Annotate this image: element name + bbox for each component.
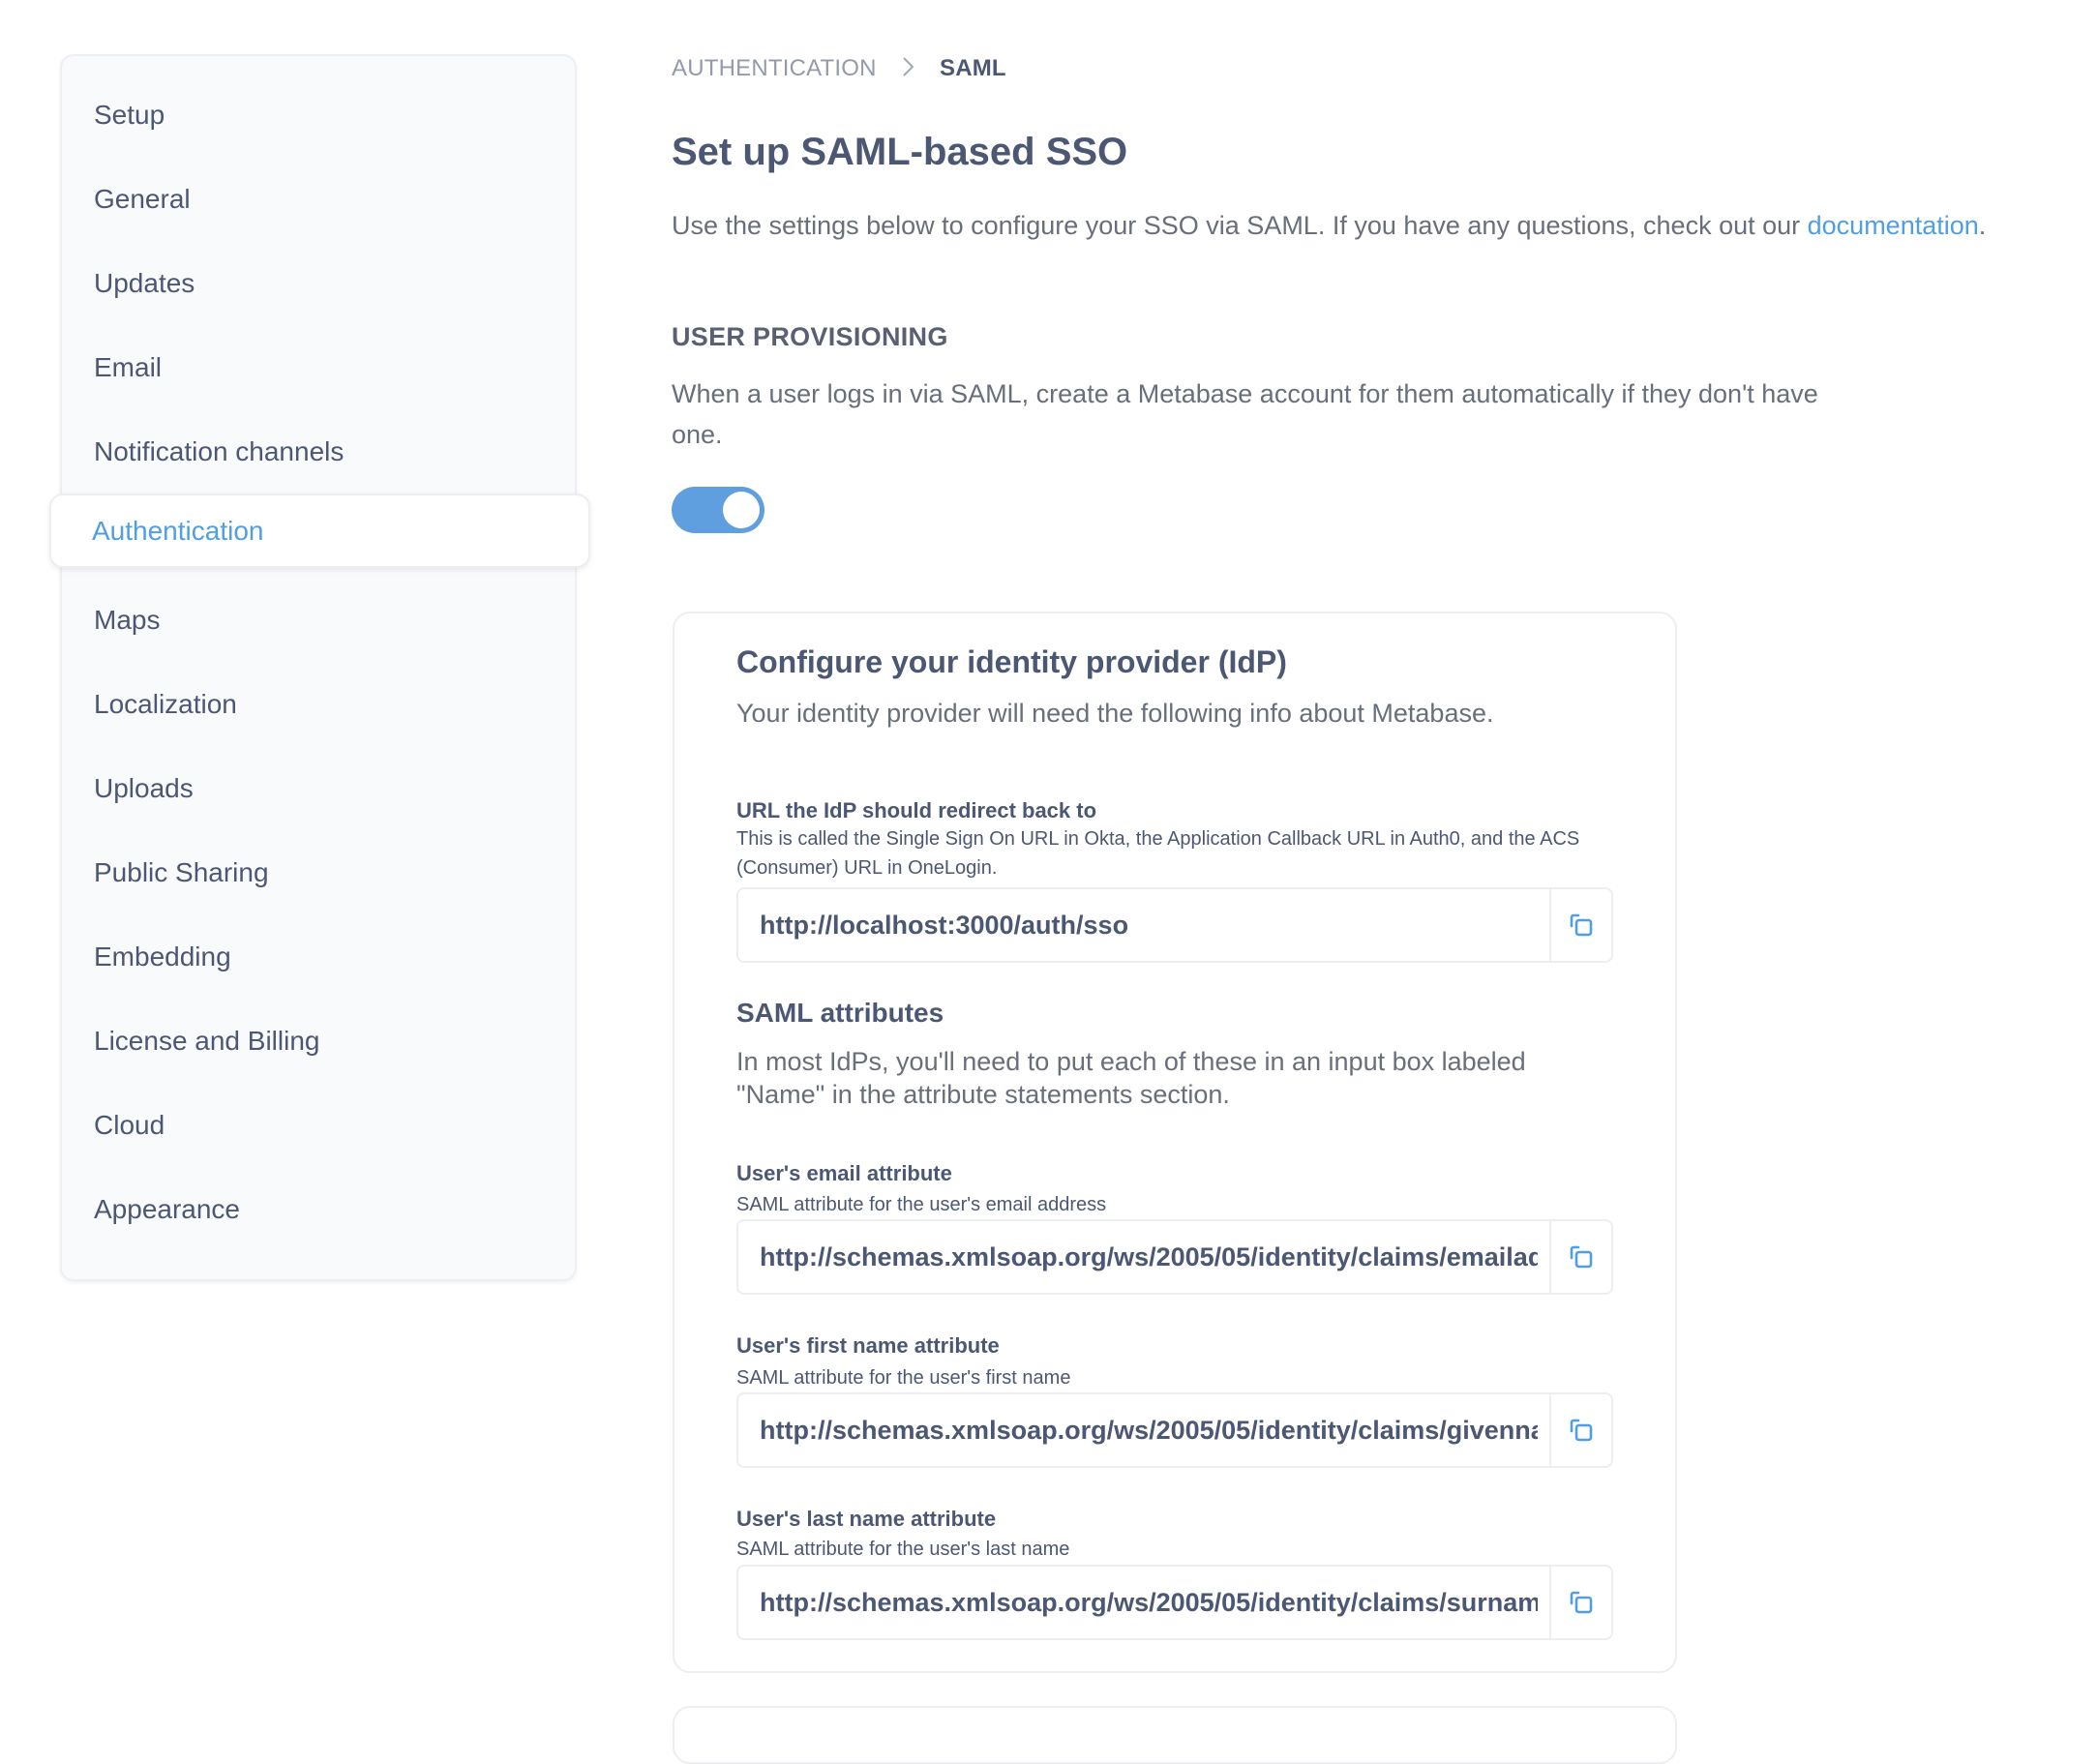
breadcrumb-current: SAML [940, 55, 1006, 81]
user-provisioning-description: When a user logs in via SAML, create a M… [672, 379, 1818, 449]
redirect-url-input[interactable] [738, 889, 1549, 961]
email-attribute-input[interactable] [738, 1221, 1549, 1293]
copy-icon [1570, 1419, 1593, 1442]
sidebar-item-cloud[interactable]: Cloud [94, 1109, 165, 1142]
redirect-url-description: This is called the Single Sign On URL in… [736, 828, 1580, 879]
copy-icon [1570, 913, 1593, 937]
sidebar-item-localization[interactable]: Localization [94, 688, 237, 721]
sidebar-item-authentication[interactable]: Authentication [49, 493, 590, 568]
user-provisioning-toggle[interactable] [672, 487, 764, 533]
last-name-attribute-input[interactable] [738, 1567, 1549, 1638]
breadcrumb-authentication[interactable]: AUTHENTICATION [672, 54, 877, 83]
user-provisioning-heading: USER PROVISIONING [672, 322, 948, 351]
email-attribute-field [736, 1219, 1613, 1295]
saml-attributes-heading: SAML attributes [736, 998, 944, 1028]
sidebar-item-public-sharing[interactable]: Public Sharing [94, 856, 269, 889]
copy-email-attribute-button[interactable] [1549, 1221, 1611, 1293]
sidebar-item-embedding[interactable]: Embedding [94, 941, 231, 973]
first-name-attribute-field [736, 1392, 1613, 1468]
sidebar-item-uploads[interactable]: Uploads [94, 772, 194, 805]
copy-icon [1570, 1245, 1593, 1269]
page-description-suffix: . [1978, 211, 1987, 240]
redirect-url-label: URL the IdP should redirect back to [736, 798, 1097, 822]
sidebar-item-email[interactable]: Email [94, 351, 162, 384]
email-attribute-description: SAML attribute for the user's email addr… [736, 1194, 1107, 1215]
copy-redirect-url-button[interactable] [1549, 889, 1611, 961]
idp-card-title: Configure your identity provider (IdP) [736, 644, 1287, 679]
sidebar-item-setup[interactable]: Setup [94, 99, 165, 132]
first-name-attribute-input[interactable] [738, 1394, 1549, 1466]
sidebar-item-maps[interactable]: Maps [94, 604, 160, 637]
admin-settings-sidebar: Setup General Updates Email Notification… [60, 54, 577, 1281]
first-name-attribute-description: SAML attribute for the user's first name [736, 1367, 1071, 1389]
last-name-attribute-field [736, 1565, 1613, 1640]
page-description-text: Use the settings below to configure your… [672, 211, 1808, 240]
sidebar-item-notification-channels[interactable]: Notification channels [94, 435, 344, 468]
sidebar-item-general[interactable]: General [94, 183, 191, 216]
last-name-attribute-label: User's last name attribute [736, 1507, 997, 1531]
page-description: Use the settings below to configure your… [672, 209, 1986, 242]
first-name-attribute-label: User's first name attribute [736, 1333, 1000, 1358]
chevron-right-icon [903, 57, 914, 76]
email-attribute-label: User's email attribute [736, 1161, 952, 1185]
last-name-attribute-description: SAML attribute for the user's last name [736, 1539, 1070, 1560]
saml-attributes-description: In most IdPs, you'll need to put each of… [736, 1047, 1526, 1109]
redirect-url-field [736, 887, 1613, 963]
sidebar-item-label: Authentication [92, 516, 264, 546]
copy-icon [1570, 1591, 1593, 1614]
sidebar-item-updates[interactable]: Updates [94, 267, 195, 300]
next-settings-card [673, 1706, 1677, 1764]
documentation-link[interactable]: documentation [1808, 211, 1979, 240]
copy-last-name-attribute-button[interactable] [1549, 1567, 1611, 1638]
page-title: Set up SAML-based SSO [672, 131, 1128, 173]
idp-card-subtitle: Your identity provider will need the fol… [736, 699, 1494, 728]
sidebar-item-license-and-billing[interactable]: License and Billing [94, 1025, 320, 1058]
toggle-knob [723, 492, 760, 528]
copy-first-name-attribute-button[interactable] [1549, 1394, 1611, 1466]
sidebar-item-appearance[interactable]: Appearance [94, 1193, 240, 1226]
